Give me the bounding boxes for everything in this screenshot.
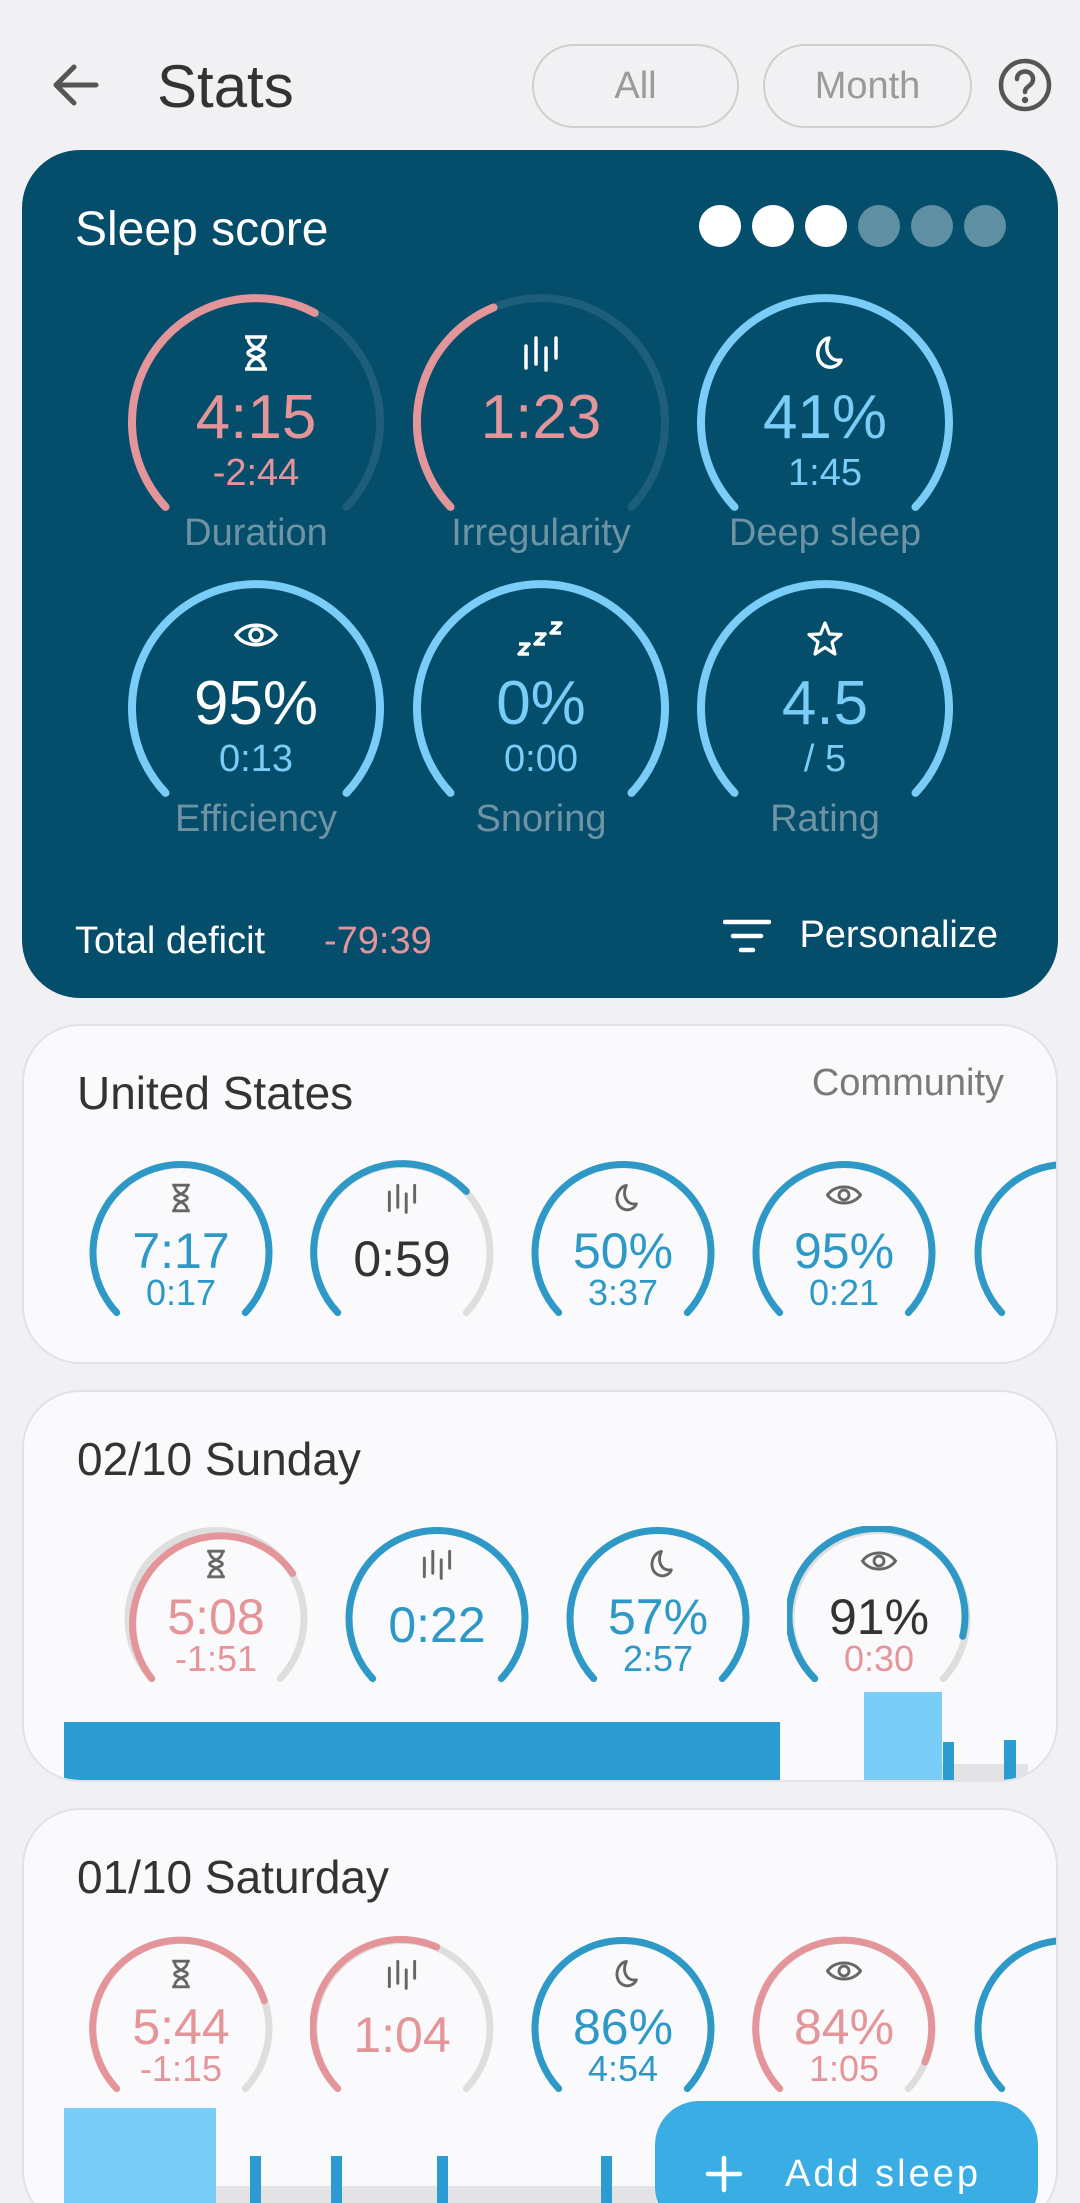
community-deep-sleep-gauge: 50% 3:37 [531, 1160, 715, 1344]
help-icon [998, 58, 1052, 112]
hourglass-icon [89, 1182, 273, 1214]
score-dot [858, 205, 900, 247]
score-dot [699, 205, 741, 247]
day-partial-gauge [974, 1936, 1056, 2120]
sleep-phase-bar [601, 2156, 612, 2203]
add-sleep-button[interactable]: Add sleep [655, 2101, 1038, 2203]
community-duration-gauge: 7:17 0:17 [89, 1160, 273, 1344]
irregularity-icon [345, 1548, 529, 1580]
star-icon [697, 620, 953, 658]
personalize-button[interactable]: Personalize [723, 914, 998, 957]
efficiency-gauge[interactable]: 95% 0:13 Efficiency [128, 580, 384, 840]
back-button[interactable] [40, 55, 110, 115]
score-dots [699, 205, 1006, 247]
deep-sleep-time: 1:45 [788, 452, 862, 494]
day-title: 01/10 Saturday [77, 1851, 390, 1903]
irregularity-icon [413, 334, 669, 372]
sleep-phase-bar [1004, 1740, 1016, 1780]
sleep-phase-bar [64, 1722, 780, 1780]
sleep-score-title: Sleep score [75, 203, 329, 256]
community-efficiency-gauge: 95% 0:21 [752, 1160, 936, 1344]
deep-sleep-label: Deep sleep [728, 512, 922, 554]
community-card[interactable]: United States Community 7:17 0:17 0:59 5… [22, 1024, 1058, 1364]
community-partial-gauge [974, 1160, 1056, 1344]
irregularity-icon [310, 1182, 494, 1214]
score-dot [911, 205, 953, 247]
moon-icon [531, 1182, 715, 1214]
total-deficit-value: -79:39 [324, 920, 432, 962]
rating-scale: / 5 [803, 738, 847, 780]
sleep-phase-bar [331, 2156, 342, 2203]
community-title: United States [77, 1067, 354, 1119]
page-title: Stats [157, 53, 294, 120]
eye-icon [787, 1548, 971, 1574]
moon-icon [531, 1958, 715, 1990]
community-efficiency-sub: 0:21 [808, 1272, 880, 1313]
day-duration-gauge: 5:44 -1:15 [89, 1936, 273, 2120]
sleep-phase-bar [250, 2156, 261, 2203]
day-title: 02/10 Sunday [77, 1433, 361, 1485]
duration-deficit: -2:44 [212, 452, 300, 494]
rating-label: Rating [770, 798, 880, 840]
day-deep-sleep-gauge: 86% 4:54 [531, 1936, 715, 2120]
arrow-left-icon [53, 64, 99, 106]
help-button[interactable] [997, 57, 1053, 113]
hourglass-icon [89, 1958, 273, 1990]
day-card[interactable]: 02/10 Sunday 5:08 -1:51 0:22 57% 2:57 91… [22, 1390, 1058, 1782]
filter-month-button[interactable]: Month [763, 44, 972, 128]
day-deep-sleep-gauge: 57% 2:57 [566, 1526, 750, 1710]
sleep-phase-bar [943, 1742, 954, 1780]
moon-icon [697, 334, 953, 372]
moon-icon [566, 1548, 750, 1580]
sleep-phase-bar [437, 2156, 448, 2203]
day-efficiency-sub: 1:05 [808, 2048, 880, 2089]
irregularity-gauge[interactable]: 1:23 Irregularity [413, 294, 669, 554]
day-efficiency-gauge: 84% 1:05 [752, 1936, 936, 2120]
community-link[interactable]: Community [812, 1062, 1004, 1105]
sleep-phase-bar [864, 1692, 942, 1780]
eye-icon [752, 1958, 936, 1984]
sleep-phase-bar [64, 2108, 216, 2203]
irregularity-icon [310, 1958, 494, 1990]
deep-sleep-value: 41% [762, 383, 888, 452]
hourglass-icon [124, 1548, 308, 1580]
eye-icon [128, 620, 384, 650]
personalize-label: Personalize [799, 914, 998, 956]
snore-icon [413, 620, 669, 656]
plus-icon [705, 2155, 743, 2193]
day-duration-gauge: 5:08 -1:51 [124, 1526, 308, 1710]
top-bar: Stats All Month [0, 0, 1080, 150]
eye-icon [752, 1182, 936, 1208]
duration-gauge[interactable]: 4:15 -2:44 Duration [128, 294, 384, 554]
filter-all-button[interactable]: All [532, 44, 739, 128]
sleep-phase-bar [216, 2186, 656, 2203]
rating-gauge[interactable]: 4.5 / 5 Rating [697, 580, 953, 840]
deep-sleep-gauge[interactable]: 41% 1:45 Deep sleep [697, 294, 953, 554]
hourglass-icon [128, 334, 384, 372]
snoring-gauge[interactable]: 0% 0:00 Snoring [413, 580, 669, 840]
filter-icon [723, 919, 772, 952]
rating-value: 4.5 [781, 669, 869, 738]
score-dot [805, 205, 847, 247]
day-efficiency-sub: 0:30 [843, 1638, 915, 1679]
community-irregularity-gauge: 0:59 [310, 1160, 494, 1344]
add-sleep-label: Add sleep [785, 2153, 982, 2195]
day-efficiency-gauge: 91% 0:30 [787, 1526, 971, 1710]
total-deficit-label: Total deficit [75, 920, 266, 962]
day-irregularity-gauge: 1:04 [310, 1936, 494, 2120]
sleep-score-card[interactable]: Sleep score 4:15 -2:44 Duration 1:23 Irr… [22, 150, 1058, 998]
day-irregularity-gauge: 0:22 [345, 1526, 529, 1710]
score-dot [752, 205, 794, 247]
score-dot [964, 205, 1006, 247]
